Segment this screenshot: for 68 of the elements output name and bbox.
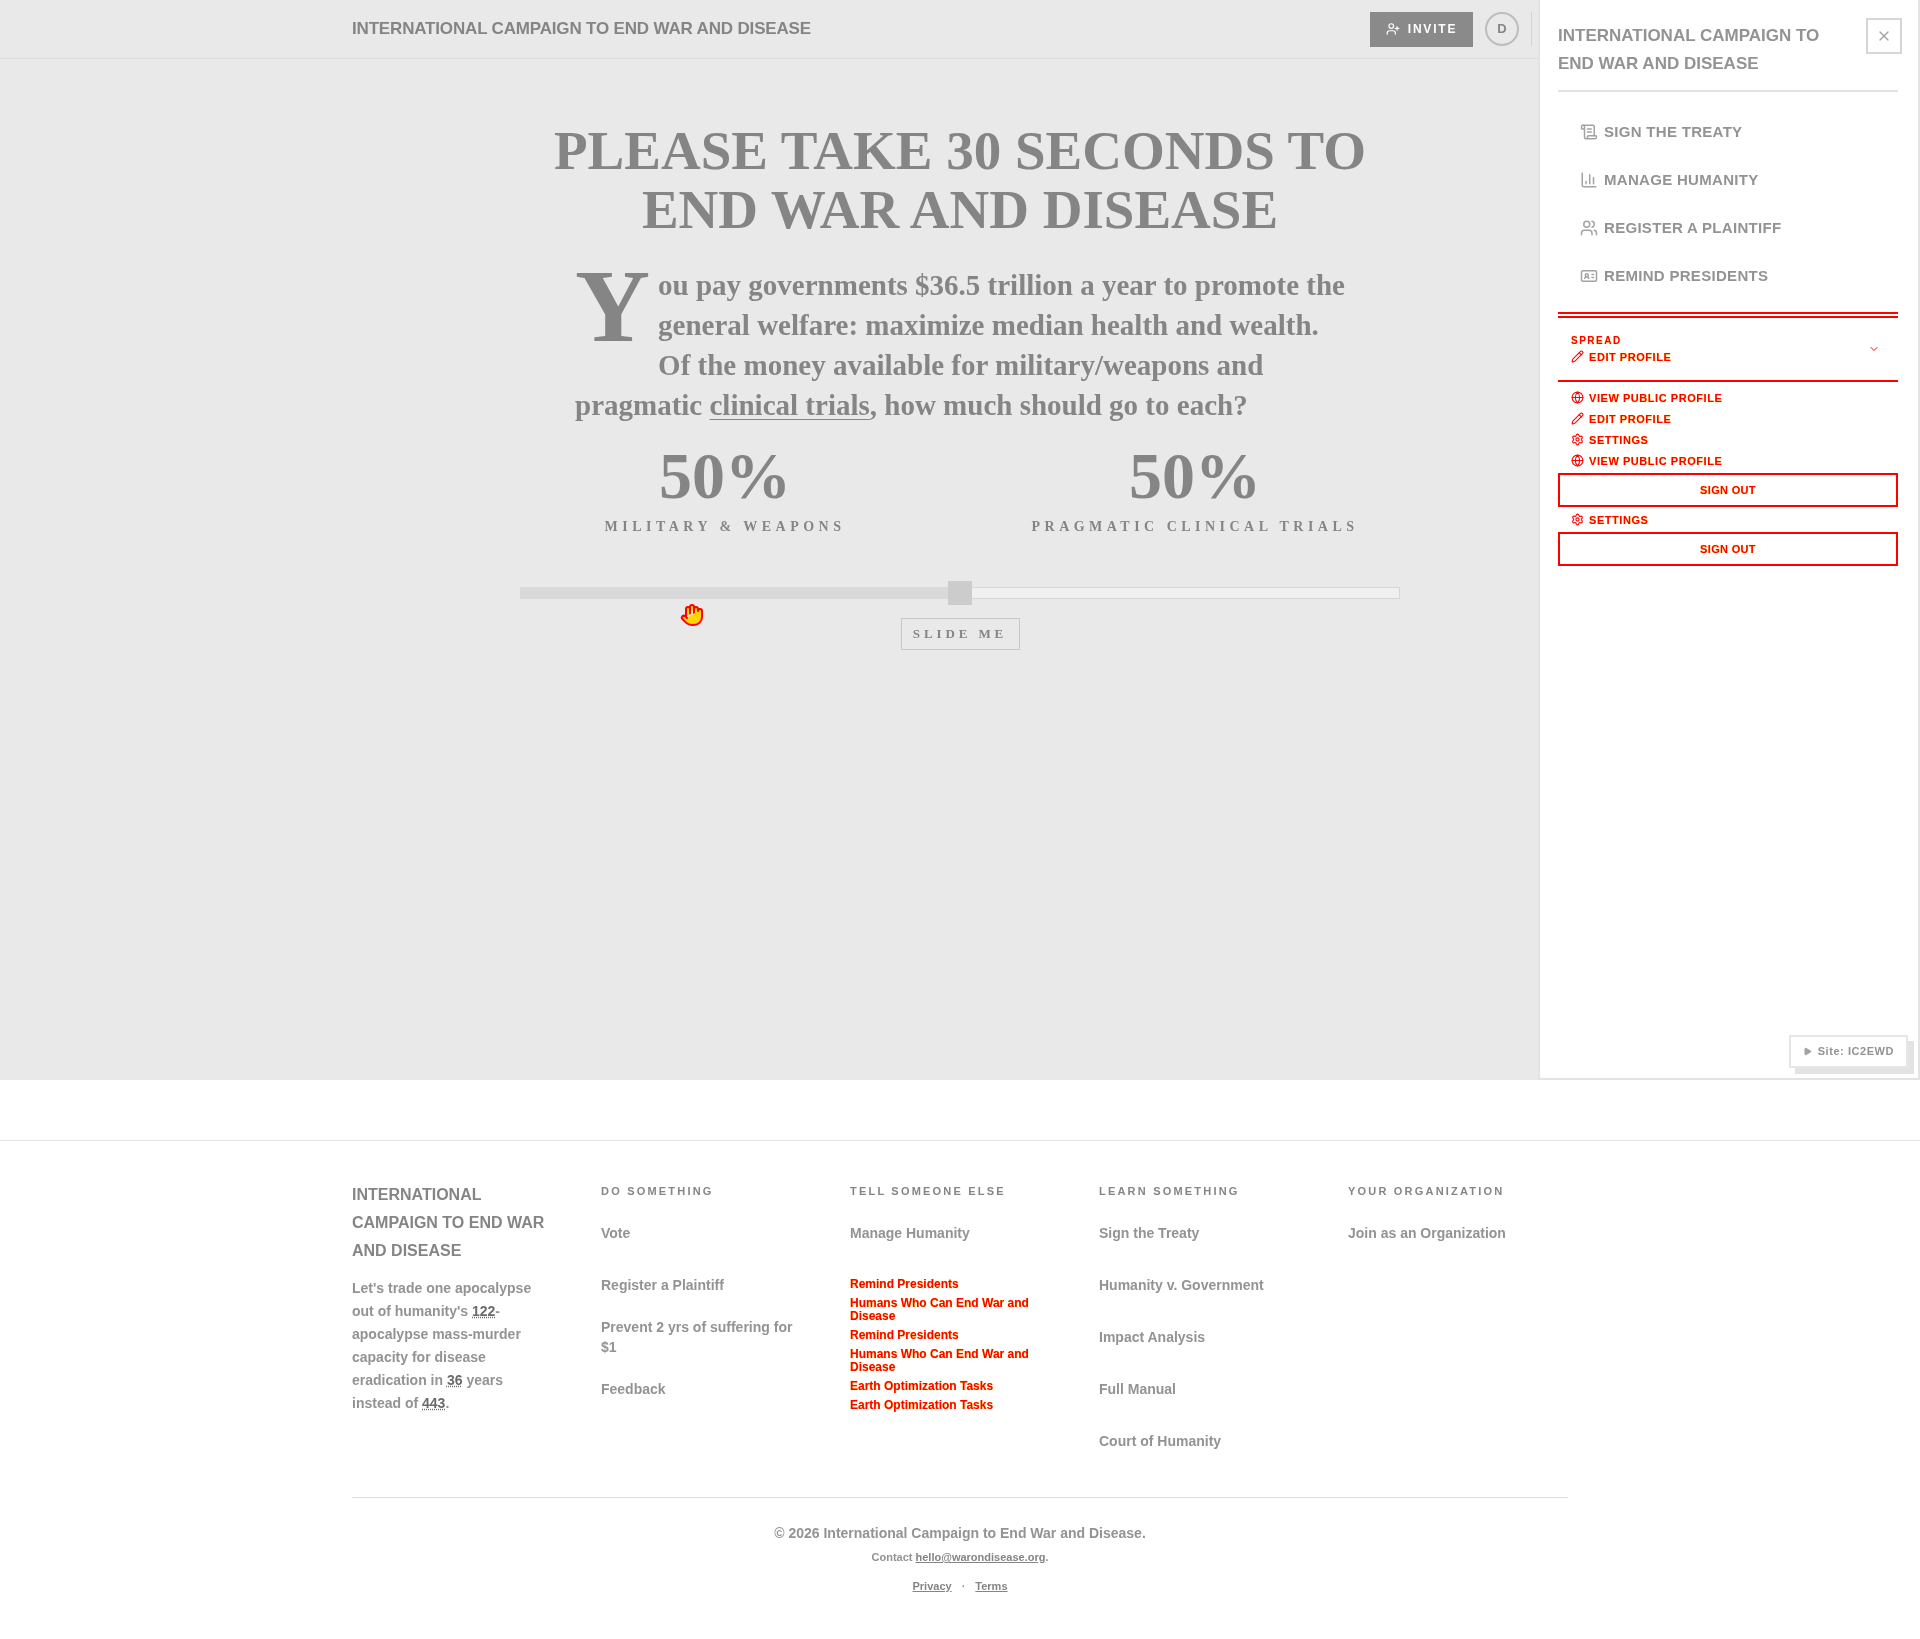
footer-link[interactable]: Remind Presidents: [850, 1278, 1055, 1291]
account-menu-link[interactable]: SETTINGS: [1589, 512, 1649, 527]
footer-link[interactable]: Join as an Organization: [1348, 1223, 1553, 1243]
site-title[interactable]: INTERNATIONAL CAMPAIGN TO END WAR AND DISEASE: [352, 16, 811, 42]
avatar-button[interactable]: D: [1485, 12, 1519, 46]
footer-link[interactable]: Humanity v. Government: [1099, 1275, 1304, 1295]
slider-thumb[interactable]: [948, 581, 972, 605]
close-button[interactable]: [1866, 18, 1902, 54]
footer-link[interactable]: Humans Who Can End War and Disease: [850, 1348, 1055, 1374]
bar-chart-icon: [1580, 171, 1598, 189]
footer-link[interactable]: Earth Optimization Tasks: [850, 1399, 1055, 1412]
globe-icon: [1571, 454, 1584, 467]
legal-link[interactable]: Terms: [975, 1579, 1008, 1594]
footer-link[interactable]: Prevent 2 yrs of suffering for $1: [601, 1317, 806, 1357]
footer-link[interactable]: Impact Analysis: [1099, 1327, 1304, 1347]
percentage-value: 50%: [1129, 443, 1261, 509]
drawer-title: INTERNATIONAL CAMPAIGN TO END WAR AND DISEASE: [1558, 25, 1821, 75]
drawer-nav-link[interactable]: REMIND PRESIDENTS: [1604, 264, 1769, 288]
footer-column-heading: LEARN SOMETHING: [1099, 1184, 1241, 1198]
footer-link[interactable]: Vote: [601, 1223, 806, 1243]
footer-column-heading: YOUR ORGANIZATION: [1348, 1184, 1506, 1198]
slider-track[interactable]: [520, 581, 1400, 605]
drawer-nav-link[interactable]: MANAGE HUMANITY: [1604, 168, 1759, 192]
separator-dot: ·: [961, 1579, 966, 1594]
sign-out-button[interactable]: SIGN OUT: [1558, 473, 1898, 507]
settings-icon: [1571, 513, 1584, 526]
footer-link[interactable]: Humans Who Can End War and Disease: [850, 1297, 1055, 1323]
people-icon: [1580, 219, 1598, 237]
clinical-trials-link[interactable]: clinical trials: [709, 389, 870, 421]
footer-link[interactable]: Sign the Treaty: [1099, 1223, 1304, 1243]
legal-link[interactable]: Privacy: [912, 1579, 952, 1594]
footer-link[interactable]: Full Manual: [1099, 1379, 1304, 1399]
hero-title: PLEASE TAKE 30 SECONDS TO END WAR AND DISEASE: [553, 121, 1367, 239]
footer-link[interactable]: Remind Presidents: [850, 1329, 1055, 1342]
footer-link[interactable]: Earth Optimization Tasks: [850, 1380, 1055, 1393]
footer-column-heading: DO SOMETHING: [601, 1184, 715, 1198]
copyright-text: © 2026 International Campaign to End War and Disease.: [774, 1524, 1146, 1542]
id-card-icon: [1580, 267, 1598, 285]
account-menu-link[interactable]: VIEW PUBLIC PROFILE: [1589, 390, 1723, 405]
contact-text: Contact hello@warondisease.org.: [871, 1550, 1049, 1564]
settings-icon: [1571, 433, 1584, 446]
play-icon: [1802, 1047, 1812, 1056]
account-menu-link[interactable]: VIEW PUBLIC PROFILE: [1589, 453, 1723, 468]
footer-column-heading: TELL SOMEONE ELSE: [850, 1184, 1007, 1198]
footer-link[interactable]: Register a Plaintiff: [601, 1275, 806, 1295]
footer-link[interactable]: Feedback: [601, 1379, 806, 1399]
pencil-icon: [1571, 350, 1584, 363]
hand-icon: [680, 603, 704, 627]
drawer-nav-link[interactable]: REGISTER A PLAINTIFF: [1604, 216, 1782, 240]
allocation-label: MILITARY & WEAPONS: [604, 519, 846, 535]
account-menu-link[interactable]: SETTINGS: [1589, 432, 1649, 447]
percentage-value: 50%: [659, 443, 791, 509]
add-user-icon: [1385, 22, 1400, 36]
invite-button[interactable]: INVITE: [1370, 11, 1473, 47]
footer-tagline: Let's trade one apocalypse out of humanity's 122-apocalypse mass-murder capacity for disease eradication in 36 years instead of 443.: [352, 1279, 533, 1413]
footer-link[interactable]: Manage Humanity: [850, 1223, 1055, 1243]
globe-icon: [1571, 391, 1584, 404]
account-menu-link[interactable]: EDIT PROFILE: [1589, 411, 1672, 426]
allocation-label: PRAGMATIC CLINICAL TRIALS: [1031, 519, 1359, 535]
scroll-icon: [1580, 123, 1598, 141]
account-menu-link[interactable]: EDIT PROFILE: [1589, 349, 1672, 364]
pencil-icon: [1571, 412, 1584, 425]
footer-link[interactable]: Court of Humanity: [1099, 1431, 1304, 1451]
sign-out-button[interactable]: SIGN OUT: [1558, 532, 1898, 566]
drawer-nav-link[interactable]: SIGN THE TREATY: [1604, 120, 1743, 144]
footer-brand: INTERNATIONAL CAMPAIGN TO END WAR AND DISEASE: [352, 1185, 546, 1261]
slide-me-button[interactable]: SLIDE ME: [900, 618, 1020, 650]
section-heading: SPREAD: [1571, 334, 1623, 347]
